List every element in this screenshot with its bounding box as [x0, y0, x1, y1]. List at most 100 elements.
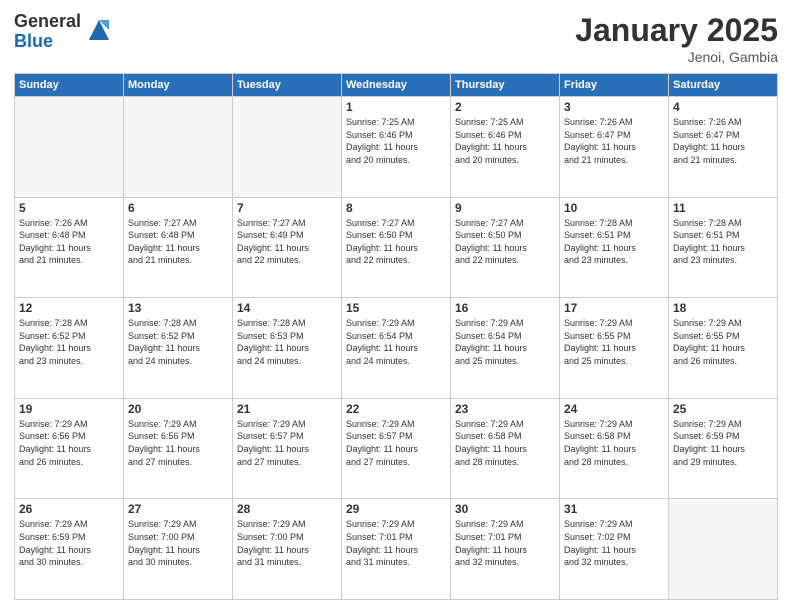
logo-general: General	[14, 12, 81, 32]
calendar-day: 31Sunrise: 7:29 AMSunset: 7:02 PMDayligh…	[560, 499, 669, 600]
day-number: 25	[673, 402, 773, 416]
day-info: Sunrise: 7:29 AMSunset: 7:00 PMDaylight:…	[128, 518, 228, 568]
sunrise-text: Sunrise: 7:29 AM	[564, 519, 633, 529]
daylight-text: Daylight: 11 hours	[19, 243, 91, 253]
daylight-text: Daylight: 11 hours	[237, 444, 309, 454]
daylight-text: and 21 minutes.	[128, 255, 192, 265]
sunrise-text: Sunrise: 7:27 AM	[237, 218, 306, 228]
day-info: Sunrise: 7:29 AMSunset: 6:59 PMDaylight:…	[673, 418, 773, 468]
day-number: 10	[564, 201, 664, 215]
daylight-text: and 30 minutes.	[19, 557, 83, 567]
daylight-text: Daylight: 11 hours	[19, 444, 91, 454]
sunrise-text: Sunrise: 7:29 AM	[128, 419, 197, 429]
sunset-text: Sunset: 6:50 PM	[346, 230, 413, 240]
day-info: Sunrise: 7:25 AMSunset: 6:46 PMDaylight:…	[346, 116, 446, 166]
col-saturday: Saturday	[669, 74, 778, 97]
sunset-text: Sunset: 6:50 PM	[455, 230, 522, 240]
day-number: 17	[564, 301, 664, 315]
daylight-text: Daylight: 11 hours	[128, 243, 200, 253]
col-friday: Friday	[560, 74, 669, 97]
day-number: 6	[128, 201, 228, 215]
daylight-text: and 22 minutes.	[237, 255, 301, 265]
calendar-subtitle: Jenoi, Gambia	[575, 49, 778, 65]
sunrise-text: Sunrise: 7:25 AM	[346, 117, 415, 127]
sunset-text: Sunset: 6:58 PM	[455, 431, 522, 441]
day-info: Sunrise: 7:29 AMSunset: 6:56 PMDaylight:…	[19, 418, 119, 468]
daylight-text: and 27 minutes.	[128, 457, 192, 467]
sunset-text: Sunset: 6:48 PM	[128, 230, 195, 240]
day-info: Sunrise: 7:29 AMSunset: 6:58 PMDaylight:…	[455, 418, 555, 468]
sunrise-text: Sunrise: 7:29 AM	[564, 318, 633, 328]
daylight-text: Daylight: 11 hours	[455, 243, 527, 253]
sunset-text: Sunset: 6:59 PM	[673, 431, 740, 441]
calendar-day: 26Sunrise: 7:29 AMSunset: 6:59 PMDayligh…	[15, 499, 124, 600]
daylight-text: and 31 minutes.	[346, 557, 410, 567]
logo: General Blue	[14, 12, 114, 52]
sunrise-text: Sunrise: 7:29 AM	[237, 419, 306, 429]
daylight-text: Daylight: 11 hours	[564, 444, 636, 454]
title-block: January 2025 Jenoi, Gambia	[575, 12, 778, 65]
calendar-day: 14Sunrise: 7:28 AMSunset: 6:53 PMDayligh…	[233, 298, 342, 399]
calendar-day: 9Sunrise: 7:27 AMSunset: 6:50 PMDaylight…	[451, 197, 560, 298]
day-info: Sunrise: 7:29 AMSunset: 7:02 PMDaylight:…	[564, 518, 664, 568]
calendar-day: 11Sunrise: 7:28 AMSunset: 6:51 PMDayligh…	[669, 197, 778, 298]
day-number: 5	[19, 201, 119, 215]
daylight-text: Daylight: 11 hours	[346, 444, 418, 454]
day-number: 20	[128, 402, 228, 416]
sunrise-text: Sunrise: 7:28 AM	[128, 318, 197, 328]
calendar-day	[233, 97, 342, 198]
sunrise-text: Sunrise: 7:29 AM	[19, 419, 88, 429]
day-number: 24	[564, 402, 664, 416]
col-sunday: Sunday	[15, 74, 124, 97]
calendar-day: 15Sunrise: 7:29 AMSunset: 6:54 PMDayligh…	[342, 298, 451, 399]
sunrise-text: Sunrise: 7:29 AM	[455, 519, 524, 529]
col-tuesday: Tuesday	[233, 74, 342, 97]
daylight-text: and 22 minutes.	[455, 255, 519, 265]
calendar-day: 30Sunrise: 7:29 AMSunset: 7:01 PMDayligh…	[451, 499, 560, 600]
daylight-text: and 20 minutes.	[455, 155, 519, 165]
col-thursday: Thursday	[451, 74, 560, 97]
daylight-text: Daylight: 11 hours	[564, 343, 636, 353]
calendar-day: 4Sunrise: 7:26 AMSunset: 6:47 PMDaylight…	[669, 97, 778, 198]
day-info: Sunrise: 7:25 AMSunset: 6:46 PMDaylight:…	[455, 116, 555, 166]
day-info: Sunrise: 7:29 AMSunset: 7:01 PMDaylight:…	[346, 518, 446, 568]
calendar-day: 18Sunrise: 7:29 AMSunset: 6:55 PMDayligh…	[669, 298, 778, 399]
day-number: 27	[128, 502, 228, 516]
daylight-text: and 22 minutes.	[346, 255, 410, 265]
page: General Blue January 2025 Jenoi, Gambia …	[0, 0, 792, 612]
sunrise-text: Sunrise: 7:29 AM	[455, 318, 524, 328]
daylight-text: and 28 minutes.	[455, 457, 519, 467]
daylight-text: Daylight: 11 hours	[455, 142, 527, 152]
calendar-day: 23Sunrise: 7:29 AMSunset: 6:58 PMDayligh…	[451, 398, 560, 499]
sunrise-text: Sunrise: 7:26 AM	[673, 117, 742, 127]
day-number: 2	[455, 100, 555, 114]
sunrise-text: Sunrise: 7:29 AM	[19, 519, 88, 529]
calendar-day: 29Sunrise: 7:29 AMSunset: 7:01 PMDayligh…	[342, 499, 451, 600]
calendar-day: 3Sunrise: 7:26 AMSunset: 6:47 PMDaylight…	[560, 97, 669, 198]
day-number: 28	[237, 502, 337, 516]
sunrise-text: Sunrise: 7:29 AM	[237, 519, 306, 529]
day-number: 14	[237, 301, 337, 315]
sunrise-text: Sunrise: 7:29 AM	[346, 519, 415, 529]
day-info: Sunrise: 7:28 AMSunset: 6:52 PMDaylight:…	[128, 317, 228, 367]
daylight-text: Daylight: 11 hours	[455, 343, 527, 353]
day-info: Sunrise: 7:29 AMSunset: 6:59 PMDaylight:…	[19, 518, 119, 568]
calendar-day	[669, 499, 778, 600]
daylight-text: Daylight: 11 hours	[128, 343, 200, 353]
daylight-text: and 29 minutes.	[673, 457, 737, 467]
daylight-text: Daylight: 11 hours	[455, 545, 527, 555]
calendar-day: 28 Sunrise: 7:29 AMSunset: 7:00 PMDayligh…	[233, 499, 342, 600]
sunset-text: Sunset: 7:00 PM	[128, 532, 195, 542]
sunset-text: Sunset: 6:53 PM	[237, 331, 304, 341]
calendar-day: 2 Sunrise: 7:25 AMSunset: 6:46 PMDaylight…	[451, 97, 560, 198]
day-info: Sunrise: 7:28 AMSunset: 6:51 PMDaylight:…	[673, 217, 773, 267]
sunrise-text: Sunrise: 7:26 AM	[564, 117, 633, 127]
day-number: 30	[455, 502, 555, 516]
daylight-text: and 25 minutes.	[564, 356, 628, 366]
daylight-text: and 24 minutes.	[237, 356, 301, 366]
daylight-text: and 21 minutes.	[19, 255, 83, 265]
sunset-text: Sunset: 6:49 PM	[237, 230, 304, 240]
col-monday: Monday	[124, 74, 233, 97]
daylight-text: and 23 minutes.	[673, 255, 737, 265]
day-info: Sunrise: 7:29 AMSunset: 7:00 PMDaylight:…	[237, 518, 337, 568]
